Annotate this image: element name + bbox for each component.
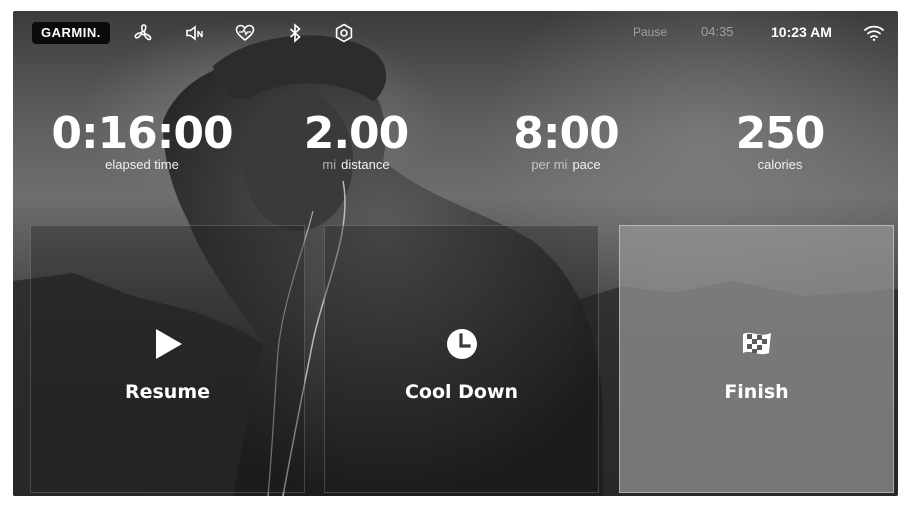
cool-down-button[interactable]: Cool Down [324, 225, 599, 493]
pause-timer: 04:35 [701, 24, 734, 39]
distance-unit: mi [322, 157, 337, 172]
pause-label: Pause [633, 25, 668, 39]
pace-unit: per mi [531, 157, 568, 172]
elapsed-time-value: 0:16:00 [51, 108, 233, 159]
settings-icon[interactable] [333, 22, 355, 44]
heart-rate-icon[interactable] [234, 22, 256, 44]
checkered-flag-icon [739, 326, 775, 362]
play-icon [150, 326, 186, 362]
calories-caption: calories [680, 157, 880, 173]
finish-label: Finish [724, 381, 789, 403]
workout-paused-screen: GARMIN. Pause 04:35 10:23 AM 0:16:00 ela… [13, 11, 898, 496]
distance-value: 2.00 [303, 108, 410, 159]
metric-pace: 8:00 per mi pace [466, 109, 666, 173]
calories-label: calories [757, 157, 803, 172]
metric-elapsed-time: 0:16:00 elapsed time [42, 109, 242, 173]
pace-caption: per mi pace [466, 157, 666, 173]
top-status-bar: GARMIN. Pause 04:35 10:23 AM [13, 11, 898, 57]
bluetooth-icon[interactable] [284, 22, 306, 44]
garmin-logo: GARMIN. [32, 22, 110, 44]
wifi-icon [863, 23, 885, 43]
metric-distance: 2.00 mi distance [256, 109, 456, 173]
pace-label: pace [572, 157, 601, 172]
distance-caption: mi distance [256, 157, 456, 173]
finish-button[interactable]: Finish [619, 225, 894, 493]
resume-button[interactable]: Resume [30, 225, 305, 493]
pace-value: 8:00 [513, 108, 619, 159]
volume-icon[interactable] [184, 22, 206, 44]
metric-calories: 250 calories [680, 109, 880, 173]
elapsed-time-label: elapsed time [105, 157, 179, 172]
cool-down-label: Cool Down [404, 381, 519, 403]
calories-value: 250 [735, 108, 826, 159]
distance-label: distance [341, 157, 390, 172]
resume-label: Resume [124, 381, 211, 403]
clock: 10:23 AM [771, 24, 832, 40]
clock-icon [444, 326, 480, 362]
elapsed-time-caption: elapsed time [42, 157, 242, 173]
fan-icon[interactable] [132, 22, 154, 44]
